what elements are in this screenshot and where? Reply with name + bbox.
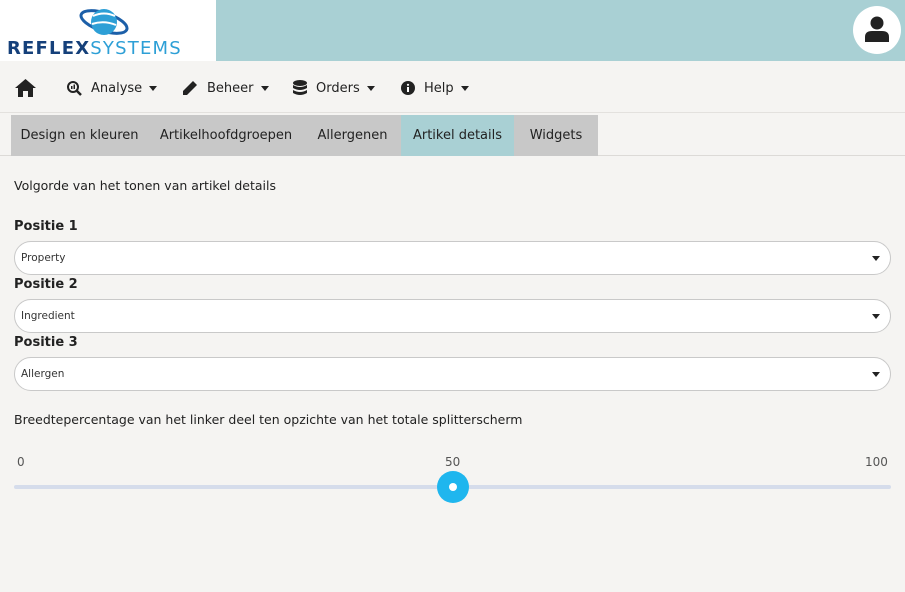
chevron-down-icon	[872, 256, 880, 261]
nav-analyse-label: Analyse	[91, 80, 143, 96]
chevron-down-icon	[872, 372, 880, 377]
position-3-value: Allergen	[21, 368, 65, 380]
logo[interactable]: REFLEXSYSTEMS	[0, 0, 216, 61]
pencil-icon	[182, 80, 198, 96]
position-2-select[interactable]: Ingredient	[14, 299, 891, 333]
position-1-select[interactable]: Property	[14, 241, 891, 275]
position-2-value: Ingredient	[21, 310, 75, 322]
slider-thumb[interactable]	[437, 471, 469, 503]
logo-text: REFLEXSYSTEMS	[7, 38, 182, 59]
nav-beheer-label: Beheer	[207, 80, 254, 96]
slider-thumb-dot	[449, 483, 457, 491]
chevron-down-icon	[149, 85, 158, 91]
main-nav: Analyse Beheer Orders Help	[0, 61, 905, 113]
position-2-label: Positie 2	[14, 277, 78, 292]
slider-value-label: 50	[445, 455, 461, 469]
nav-help-label: Help	[424, 80, 454, 96]
database-icon	[293, 80, 307, 96]
home-icon	[15, 79, 36, 97]
slider-min-label: 0	[17, 455, 25, 469]
slider-description: Breedtepercentage van het linker deel te…	[14, 412, 523, 427]
nav-home[interactable]	[15, 78, 36, 98]
chevron-down-icon	[366, 85, 375, 91]
chevron-down-icon	[460, 85, 469, 91]
tab-widgets[interactable]: Widgets	[514, 115, 598, 156]
nav-beheer[interactable]: Beheer	[182, 78, 269, 98]
search-chart-icon	[67, 80, 82, 96]
chevron-down-icon	[872, 314, 880, 319]
logo-globe-icon	[79, 9, 129, 35]
nav-orders[interactable]: Orders	[293, 78, 375, 98]
chevron-down-icon	[260, 85, 269, 91]
nav-orders-label: Orders	[316, 80, 360, 96]
tab-artikelhoofdgroepen[interactable]: Artikelhoofdgroepen	[148, 115, 304, 156]
tab-artikel-details[interactable]: Artikel details	[401, 115, 514, 156]
section-intro: Volgorde van het tonen van artikel detai…	[14, 178, 276, 193]
nav-help[interactable]: Help	[401, 78, 469, 98]
nav-analyse[interactable]: Analyse	[67, 78, 158, 98]
user-icon	[865, 16, 889, 42]
tab-design-en-kleuren[interactable]: Design en kleuren	[11, 115, 148, 156]
position-1-label: Positie 1	[14, 219, 78, 234]
position-1-value: Property	[21, 252, 66, 264]
position-3-label: Positie 3	[14, 335, 78, 350]
tab-allergenen[interactable]: Allergenen	[304, 115, 401, 156]
position-3-select[interactable]: Allergen	[14, 357, 891, 391]
settings-tabs: Design en kleuren Artikelhoofdgroepen Al…	[0, 113, 905, 156]
info-icon	[401, 81, 415, 95]
slider-max-label: 100	[865, 455, 888, 469]
header-bar: REFLEXSYSTEMS	[0, 0, 905, 61]
user-avatar[interactable]	[853, 6, 901, 54]
